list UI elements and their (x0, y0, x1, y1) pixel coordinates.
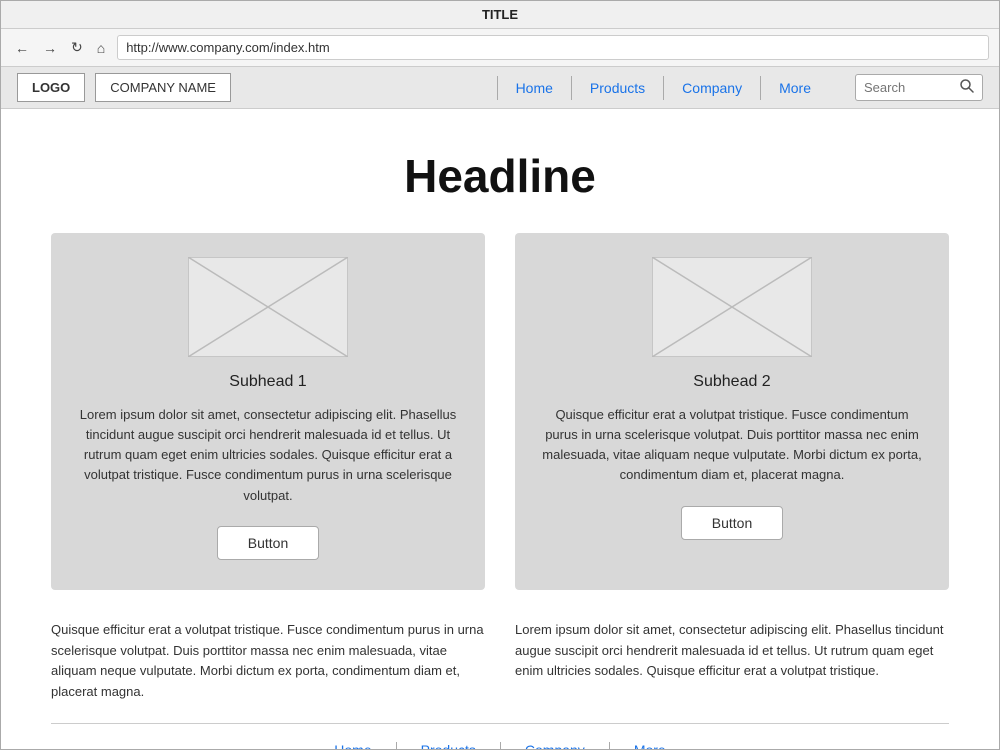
page-content: Headline Subhead 1 Lorem ipsum dolor sit… (1, 109, 999, 749)
footer-nav: Home Products Company More (51, 723, 949, 749)
cards-row: Subhead 1 Lorem ipsum dolor sit amet, co… (51, 233, 949, 590)
company-name-box: COMPANY NAME (95, 73, 231, 102)
page-title: TITLE (482, 7, 518, 22)
nav-links: Home Products Company More (497, 76, 829, 100)
search-box (855, 74, 983, 101)
footer-link-products[interactable]: Products (397, 742, 501, 749)
title-bar: TITLE (1, 1, 999, 29)
text-col-1: Quisque efficitur erat a volutpat tristi… (51, 620, 485, 703)
address-input[interactable] (117, 35, 989, 60)
text-row: Quisque efficitur erat a volutpat tristi… (51, 620, 949, 703)
home-button[interactable]: ⌂ (93, 38, 109, 58)
footer-link-home[interactable]: Home (310, 742, 396, 749)
reload-button[interactable]: ↻ (67, 37, 87, 58)
browser-window: TITLE ← → ↻ ⌂ LOGO COMPANY NAME Home Pro… (0, 0, 1000, 750)
nav-link-company[interactable]: Company (664, 76, 761, 100)
card-2-body: Quisque efficitur erat a volutpat tristi… (539, 405, 925, 486)
card-1-subhead: Subhead 1 (229, 373, 306, 391)
card-2-button[interactable]: Button (681, 506, 783, 540)
nav-link-products[interactable]: Products (572, 76, 664, 100)
search-input[interactable] (864, 80, 954, 95)
site-navbar: LOGO COMPANY NAME Home Products Company … (1, 67, 999, 109)
company-name: COMPANY NAME (110, 80, 216, 95)
address-bar: ← → ↻ ⌂ (1, 29, 999, 67)
forward-button[interactable]: → (39, 38, 61, 58)
card-2-subhead: Subhead 2 (693, 373, 770, 391)
card-1: Subhead 1 Lorem ipsum dolor sit amet, co… (51, 233, 485, 590)
card-1-image-placeholder (188, 257, 348, 357)
nav-link-more[interactable]: More (761, 76, 829, 100)
logo-box: LOGO (17, 73, 85, 102)
page-headline: Headline (51, 149, 949, 203)
search-icon (960, 79, 974, 96)
logo-label: LOGO (32, 80, 70, 95)
nav-link-home[interactable]: Home (497, 76, 572, 100)
footer-link-company[interactable]: Company (501, 742, 610, 749)
card-2-image-placeholder (652, 257, 812, 357)
text-col-2: Lorem ipsum dolor sit amet, consectetur … (515, 620, 949, 703)
footer-link-more[interactable]: More (610, 742, 690, 749)
card-1-button[interactable]: Button (217, 526, 319, 560)
back-button[interactable]: ← (11, 38, 33, 58)
nav-buttons: ← → ↻ ⌂ (11, 37, 109, 58)
card-1-body: Lorem ipsum dolor sit amet, consectetur … (75, 405, 461, 506)
card-2: Subhead 2 Quisque efficitur erat a volut… (515, 233, 949, 590)
